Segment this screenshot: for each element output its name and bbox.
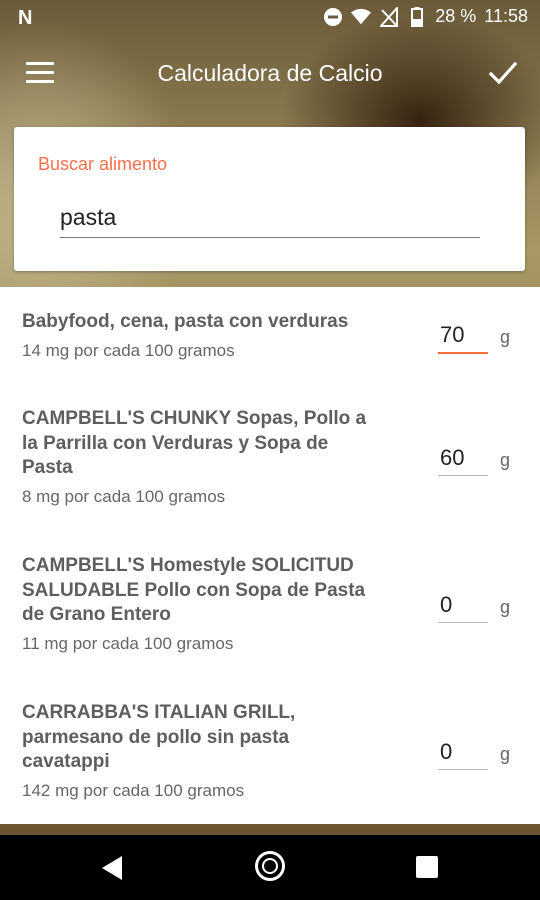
system-nav-bar — [0, 835, 540, 900]
battery-percent: 28 % — [435, 6, 477, 26]
status-bar: N 28 % 11:58 — [0, 0, 540, 36]
clock: 11:58 — [484, 6, 528, 26]
search-card: Buscar alimento — [14, 127, 525, 271]
quantity-input[interactable] — [438, 588, 488, 623]
search-label: Buscar alimento — [38, 154, 168, 174]
results-list: Babyfood, cena, pasta con verduras 14 mg… — [0, 287, 540, 824]
status-right-group: 28 % 11:58 — [323, 6, 528, 27]
search-input[interactable] — [60, 197, 480, 238]
notification-n-icon: N — [18, 7, 33, 29]
calcium-info: 14 mg por cada 100 gramos — [22, 341, 235, 360]
page-title: Calculadora de Calcio — [157, 60, 383, 86]
do-not-disturb-icon — [323, 7, 343, 27]
unit-label: g — [500, 327, 511, 347]
app-bar: Calculadora de Calcio — [0, 36, 540, 112]
food-name: CARRABBA'S ITALIAN GRILL, parmesano de p… — [22, 702, 296, 772]
wifi-icon — [351, 7, 372, 27]
food-name: CAMPBELL'S CHUNKY Sopas, Pollo a la Parr… — [22, 408, 367, 478]
recent-apps-icon[interactable] — [416, 856, 438, 878]
back-icon[interactable] — [102, 856, 122, 880]
quantity-input[interactable] — [438, 318, 488, 354]
no-signal-icon — [379, 6, 399, 27]
quantity-input[interactable] — [438, 735, 488, 770]
calcium-info: 142 mg por cada 100 gramos — [22, 781, 245, 800]
unit-label: g — [500, 744, 511, 764]
food-name: CAMPBELL'S Homestyle SOLICITUD SALUDABLE… — [22, 555, 366, 625]
food-name: Babyfood, cena, pasta con verduras — [22, 311, 349, 332]
check-icon[interactable] — [486, 56, 520, 90]
battery-icon — [407, 6, 427, 27]
quantity-input[interactable] — [438, 441, 488, 476]
unit-label: g — [500, 450, 511, 470]
calcium-info: 8 mg por cada 100 gramos — [22, 487, 226, 506]
unit-label: g — [500, 597, 511, 617]
calcium-info: 11 mg por cada 100 gramos — [22, 634, 234, 653]
home-icon[interactable] — [255, 851, 285, 881]
